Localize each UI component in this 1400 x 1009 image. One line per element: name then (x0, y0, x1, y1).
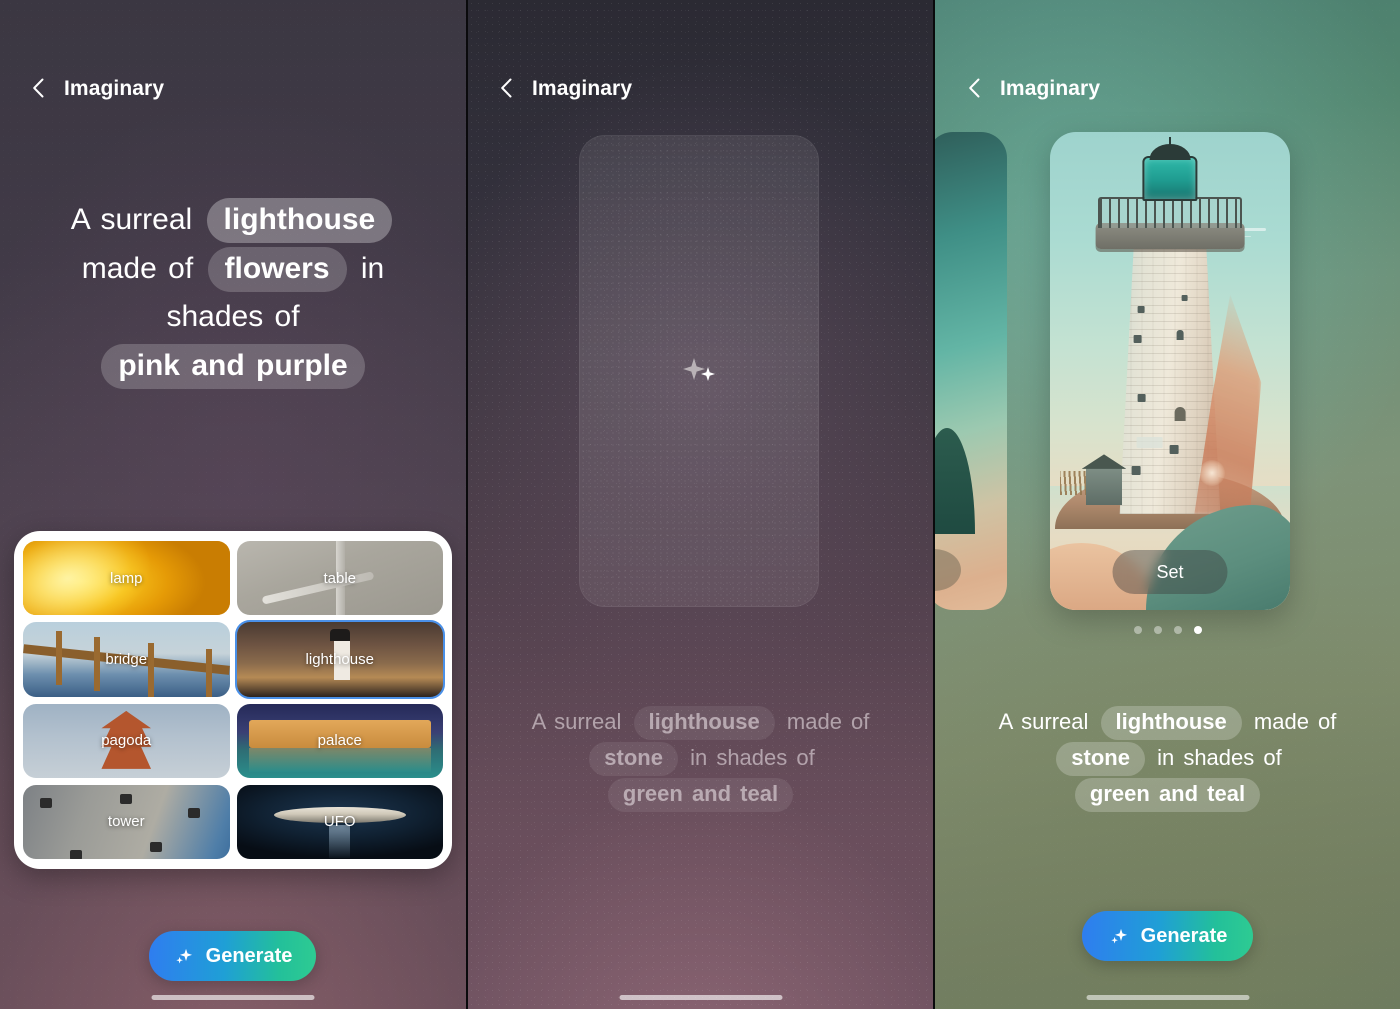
lighthouse-window (1137, 393, 1146, 402)
panel-generating: Imaginary A surreal lighthouse made of s… (468, 0, 933, 1009)
carousel-page-dots[interactable] (935, 626, 1400, 634)
picker-tile-label: lamp (109, 569, 143, 587)
lighthouse-outbuilding (1086, 466, 1122, 505)
carousel-card-previous[interactable] (935, 132, 1007, 610)
carousel-card-active[interactable]: Set (1050, 132, 1290, 610)
lighthouse-panel (1136, 436, 1163, 448)
generate-button[interactable]: Generate (149, 931, 316, 981)
prompt-chip-colors[interactable]: green and teal (1074, 777, 1261, 812)
image-generating-placeholder (579, 135, 819, 607)
set-wallpaper-button[interactable]: Set (1112, 550, 1228, 594)
panel1-prompt[interactable]: A surreal lighthouse made of flowers in … (0, 196, 466, 390)
generate-button-label: Generate (205, 944, 293, 967)
set-button-label: Set (1156, 561, 1184, 582)
prompt-text-0: A surreal (998, 709, 1089, 734)
result-carousel[interactable]: Set (935, 132, 1400, 610)
picker-tile-lighthouse[interactable]: lighthouse (234, 620, 445, 699)
prompt-text-1: made of (1253, 709, 1337, 734)
picker-tile-label: pagoda (101, 732, 152, 750)
picker-tile-pagoda[interactable]: pagoda (23, 703, 230, 778)
prompt-text-0: A surreal (531, 709, 622, 734)
prompt-text-1: made of (81, 251, 194, 285)
carousel-dot-3[interactable] (1173, 626, 1182, 634)
chevron-left-icon[interactable] (962, 75, 988, 101)
picker-tile-tower[interactable]: tower (23, 784, 230, 859)
lighthouse-window (1169, 444, 1179, 454)
panel2-header: Imaginary (468, 66, 933, 110)
subject-picker-grid[interactable]: lamp table bridge lighthouse pagoda pala… (14, 531, 452, 869)
generate-button-label: Generate (1140, 924, 1228, 947)
previous-image-set-button-edge (935, 548, 961, 591)
panel1-header: Imaginary (0, 66, 466, 110)
lighthouse-mast (1169, 136, 1171, 148)
panel2-prompt[interactable]: A surreal lighthouse made of stone in sh… (468, 704, 933, 812)
picker-tile-label: tower (107, 813, 145, 831)
sparkles-icon (675, 347, 723, 395)
sparkles-icon (1108, 925, 1130, 947)
panel3-header: Imaginary (935, 66, 1400, 110)
prompt-chip-colors[interactable]: pink and purple (101, 343, 365, 390)
picker-tile-label: lighthouse (305, 650, 374, 668)
prompt-chip-subject[interactable]: lighthouse (206, 198, 393, 244)
carousel-dot-4[interactable] (1193, 626, 1202, 634)
prompt-chip-colors[interactable]: green and teal (607, 777, 794, 812)
page-title: Imaginary (64, 76, 165, 100)
prompt-chip-subject[interactable]: lighthouse (633, 706, 775, 740)
picker-tile-label: UFO (323, 813, 356, 831)
prompt-chip-material[interactable]: stone (1056, 741, 1145, 776)
prompt-chip-subject[interactable]: lighthouse (1100, 706, 1242, 740)
lighthouse-lantern-room (1142, 155, 1198, 202)
carousel-dot-1[interactable] (1133, 626, 1142, 634)
prompt-text-1: made of (786, 709, 870, 734)
panel-prompt-editor: Imaginary A surreal lighthouse made of f… (0, 0, 466, 1009)
picker-tile-bridge[interactable]: bridge (23, 622, 230, 697)
lighthouse-window (1137, 305, 1145, 313)
prompt-text-0: A surreal (70, 203, 193, 236)
result-image-bokeh (1199, 459, 1226, 486)
previous-image-hill (935, 428, 975, 534)
home-indicator (619, 995, 782, 1000)
picker-tile-label: palace (317, 732, 362, 750)
carousel-dot-2[interactable] (1153, 626, 1162, 634)
picker-tile-lamp[interactable]: lamp (23, 541, 230, 616)
panel-result: Imaginary Set A surreal lighthouse made … (935, 0, 1400, 1009)
chevron-left-icon[interactable] (494, 75, 520, 101)
lighthouse-door (1175, 407, 1187, 422)
lighthouse-window (1182, 294, 1189, 301)
picker-tile-label: bridge (105, 650, 148, 668)
sparkles-icon (173, 945, 195, 967)
lighthouse-window (1133, 335, 1142, 344)
lighthouse-railing (1098, 196, 1242, 228)
three-panel-screenshot: Imaginary A surreal lighthouse made of f… (0, 0, 1400, 1009)
picker-tile-table[interactable]: table (236, 541, 443, 616)
page-title: Imaginary (1000, 76, 1101, 100)
panel3-prompt[interactable]: A surreal lighthouse made of stone in sh… (935, 704, 1400, 812)
lighthouse-window (1131, 466, 1141, 476)
generate-button[interactable]: Generate (1082, 911, 1253, 961)
prompt-text-2: in shades of (1157, 744, 1282, 770)
picker-tile-palace[interactable]: palace (236, 703, 443, 778)
picker-tile-ufo[interactable]: UFO (236, 784, 443, 859)
prompt-chip-material[interactable]: stone (589, 741, 678, 776)
prompt-chip-material[interactable]: flowers (207, 246, 347, 292)
chevron-left-icon[interactable] (26, 75, 52, 101)
home-indicator (151, 995, 315, 1000)
home-indicator (1086, 995, 1249, 1000)
lighthouse-window (1177, 329, 1185, 340)
page-title: Imaginary (532, 76, 633, 100)
prompt-text-2: in shades of (690, 744, 815, 770)
picker-tile-label: table (323, 569, 357, 587)
